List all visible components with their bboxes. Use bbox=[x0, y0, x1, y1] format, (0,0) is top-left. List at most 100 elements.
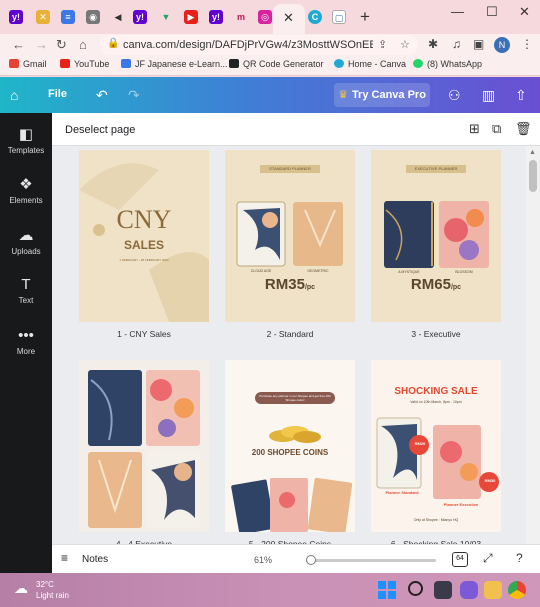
tab-m-icon[interactable]: m bbox=[234, 10, 248, 24]
task-view-icon[interactable] bbox=[434, 581, 452, 599]
weather-widget[interactable]: 32°C Light rain bbox=[36, 579, 69, 601]
sidepanel-icon[interactable]: ▣ bbox=[473, 37, 484, 51]
page-count-button[interactable]: 64 bbox=[452, 552, 468, 567]
notes-button[interactable]: Notes bbox=[82, 554, 108, 565]
zoom-level[interactable]: 61% bbox=[254, 555, 272, 565]
cny-fine-print: 1 FEBRUARY - 28 FEBRUARY 2022 bbox=[119, 258, 169, 262]
scroll-up-icon[interactable]: ▲ bbox=[529, 149, 536, 156]
extensions-icon[interactable]: ✱ bbox=[428, 37, 438, 51]
upload-share-icon[interactable]: ⇧ bbox=[515, 87, 527, 104]
bookmark-whatsapp[interactable]: (8) WhatsApp bbox=[413, 59, 482, 69]
executive-planner-design bbox=[371, 150, 501, 322]
chat-icon[interactable] bbox=[460, 581, 478, 599]
zoom-slider[interactable] bbox=[306, 555, 436, 565]
address-row: ← → ↻ ⌂ 🔒 canva.com/design/DAFDjPrVGw4/z… bbox=[0, 34, 540, 56]
vertical-scrollbar[interactable]: ▲ bbox=[526, 146, 540, 544]
gmail-icon bbox=[9, 59, 19, 68]
bookmark-qr-code[interactable]: QR Code Generator bbox=[229, 59, 324, 69]
rail-text[interactable]: T Text bbox=[0, 276, 52, 305]
workspace: Deselect page ⊞ ⧉ 🗑 CNY SALES 1 FEBRUARY… bbox=[52, 113, 540, 573]
text-icon: T bbox=[21, 276, 31, 293]
tab-yahoo-icon[interactable]: y! bbox=[209, 10, 223, 24]
canva-icon bbox=[334, 59, 344, 68]
insights-chart-icon[interactable]: ▥ bbox=[482, 87, 495, 104]
page-thumbnail-4[interactable] bbox=[79, 360, 209, 532]
start-windows-icon[interactable] bbox=[378, 581, 396, 599]
bottom-toolbar: ≡ Notes 61% 64 ⤢ ? bbox=[52, 544, 540, 573]
page-thumbnail-2[interactable]: STANDARD PLANNER CLOUD AGE GEOMETRIC RM3… bbox=[225, 150, 355, 322]
profile-avatar[interactable]: N bbox=[494, 37, 510, 53]
bookmark-star-icon[interactable]: ☆ bbox=[400, 38, 410, 51]
rail-templates[interactable]: ◧ Templates bbox=[0, 125, 52, 155]
bookmark-home-canva[interactable]: Home - Canva bbox=[334, 59, 406, 69]
home-icon[interactable]: ⌂ bbox=[79, 37, 87, 52]
add-page-icon[interactable]: ⊞ bbox=[469, 121, 480, 137]
page-thumbnail-5[interactable]: Purchase any planner in our Shopee and g… bbox=[225, 360, 355, 532]
bookmark-gmail[interactable]: Gmail bbox=[9, 59, 47, 69]
deselect-page-button[interactable]: Deselect page bbox=[65, 124, 135, 136]
forward-icon[interactable]: → bbox=[35, 37, 48, 52]
tab-media-icon[interactable]: ◀ bbox=[111, 10, 125, 24]
reload-icon[interactable]: ↻ bbox=[56, 37, 67, 53]
tab-app-icon[interactable]: ▢ bbox=[332, 10, 346, 24]
weather-cloud-icon[interactable]: ☁ bbox=[14, 580, 28, 597]
weather-condition: Light rain bbox=[36, 591, 69, 600]
tab-canva-icon[interactable]: C bbox=[308, 10, 322, 24]
standard-banner: STANDARD PLANNER bbox=[269, 166, 311, 171]
new-tab-button[interactable]: + bbox=[360, 7, 370, 27]
tab-vuetify-icon[interactable]: ▼ bbox=[159, 10, 173, 24]
share-people-icon[interactable]: ⚇ bbox=[448, 87, 461, 104]
minimize-button[interactable]: — bbox=[451, 4, 464, 19]
url-bar[interactable]: 🔒 canva.com/design/DAFDjPrVGw4/z3MosttWS… bbox=[100, 35, 418, 55]
elements-icon: ❖ bbox=[19, 176, 33, 193]
delete-page-icon[interactable]: 🗑 bbox=[515, 121, 532, 137]
file-explorer-icon[interactable] bbox=[484, 581, 502, 599]
tab-active-canva[interactable]: ✕ bbox=[273, 4, 305, 34]
scrollbar-thumb[interactable] bbox=[529, 160, 537, 192]
tab-youtube-icon[interactable]: ▶ bbox=[184, 10, 198, 24]
tab-yahoo-icon[interactable]: y! bbox=[9, 10, 23, 24]
more-icon: ••• bbox=[18, 327, 34, 344]
duplicate-page-icon[interactable]: ⧉ bbox=[492, 121, 501, 137]
tab-instagram-icon[interactable]: ◎ bbox=[258, 10, 272, 24]
file-menu[interactable]: File bbox=[48, 88, 67, 100]
rail-more[interactable]: ••• More bbox=[0, 327, 52, 356]
page-label-1: 1 - CNY Sales bbox=[117, 329, 171, 339]
undo-icon[interactable]: ↶ bbox=[96, 87, 108, 104]
zoom-slider-knob[interactable] bbox=[306, 555, 316, 565]
page-thumbnail-3[interactable]: EXECUTIVE PLANNER A MYSTIQUE BLOSSOM RM6… bbox=[371, 150, 501, 322]
home-icon[interactable]: ⌂ bbox=[10, 87, 18, 103]
tab-globe-icon[interactable]: ◉ bbox=[86, 10, 100, 24]
close-window-button[interactable]: ✕ bbox=[519, 4, 530, 20]
page-thumbnail-1[interactable]: CNY SALES 1 FEBRUARY - 28 FEBRUARY 2022 bbox=[79, 150, 209, 322]
back-icon[interactable]: ← bbox=[12, 37, 25, 52]
rail-elements[interactable]: ❖ Elements bbox=[0, 175, 52, 205]
help-icon[interactable]: ? bbox=[516, 551, 523, 565]
share-icon[interactable]: ⇪ bbox=[378, 38, 387, 51]
rail-uploads[interactable]: ☁ Uploads bbox=[0, 226, 52, 256]
try-canva-pro-button[interactable]: ♛ Try Canva Pro bbox=[334, 83, 430, 107]
lock-icon[interactable]: 🔒 bbox=[107, 38, 119, 49]
tab-yahoo-icon[interactable]: y! bbox=[133, 10, 147, 24]
maximize-button[interactable]: ☐ bbox=[486, 4, 498, 20]
chrome-icon[interactable] bbox=[508, 581, 526, 599]
tab-puzzle-icon[interactable]: ✕ bbox=[36, 10, 50, 24]
notes-icon[interactable]: ≡ bbox=[61, 551, 68, 565]
tab-docs-icon[interactable]: ≡ bbox=[61, 10, 75, 24]
standard-price: RM35/pc bbox=[264, 276, 316, 293]
executive-banner: EXECUTIVE PLANNER bbox=[414, 166, 458, 171]
bookmark-jf-japanese[interactable]: JF Japanese e-Learn... bbox=[121, 59, 228, 69]
cny-design bbox=[79, 150, 209, 322]
qr-icon bbox=[229, 59, 239, 68]
shopee-pill-text: Purchase any planner in our Shopee and g… bbox=[259, 394, 331, 402]
bookmark-youtube[interactable]: YouTube bbox=[60, 59, 109, 69]
sale-price-2: RM30 bbox=[484, 478, 496, 483]
uploads-icon: ☁ bbox=[18, 227, 34, 244]
media-control-icon[interactable]: ♫ bbox=[452, 37, 461, 51]
fullscreen-icon[interactable]: ⤢ bbox=[483, 551, 493, 566]
close-tab-icon[interactable]: ✕ bbox=[283, 10, 294, 26]
page-thumbnail-6[interactable]: SHOCKING SALE Valid on 10th March, 8pm -… bbox=[371, 360, 501, 532]
menu-icon[interactable]: ⋮ bbox=[521, 37, 533, 51]
redo-icon[interactable]: ↷ bbox=[128, 87, 140, 104]
search-icon[interactable] bbox=[408, 581, 423, 596]
